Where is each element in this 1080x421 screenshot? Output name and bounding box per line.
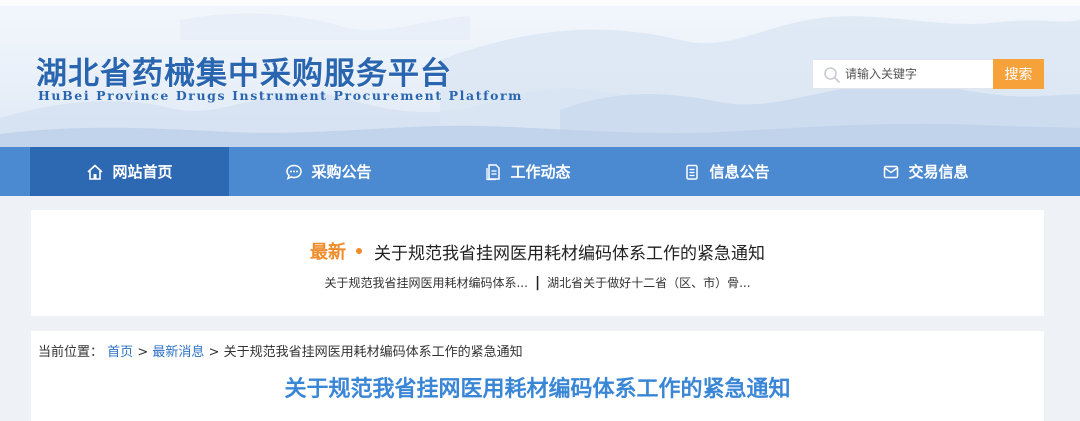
search-icon: [824, 67, 840, 83]
breadcrumb-separator: >: [137, 345, 149, 360]
main-nav: 网站首页 采购公告 工作动态 信息公告 交易信息: [0, 147, 1080, 196]
breadcrumb-separator: >: [208, 345, 220, 360]
home-icon: [87, 164, 104, 180]
latest-tag: 最新: [310, 242, 346, 263]
breadcrumb: 当前位置： 首页 > 最新消息 > 关于规范我省挂网医用耗材编码体系工作的紧急通…: [38, 341, 523, 360]
search-box: 搜索: [812, 59, 1044, 89]
nav-item-procurement[interactable]: 采购公告: [229, 147, 428, 196]
site-title: 湖北省药械集中采购服务平台: [36, 56, 452, 92]
latest-headline-link[interactable]: 关于规范我省挂网医用耗材编码体系工作的紧急通知: [374, 239, 765, 264]
nav-item-work-news[interactable]: 工作动态: [428, 147, 627, 196]
site-header: 湖北省药械集中采购服务平台 HuBei Province Drugs Instr…: [0, 0, 1080, 147]
article-panel: 当前位置： 首页 > 最新消息 > 关于规范我省挂网医用耗材编码体系工作的紧急通…: [31, 331, 1044, 421]
nav-item-home[interactable]: 网站首页: [30, 147, 229, 196]
top-strip: [0, 0, 1080, 6]
nav-item-info-notice[interactable]: 信息公告: [627, 147, 826, 196]
breadcrumb-current: 关于规范我省挂网医用耗材编码体系工作的紧急通知: [223, 345, 523, 360]
list-document-icon: [686, 164, 699, 180]
site-subtitle: HuBei Province Drugs Instrument Procurem…: [38, 88, 524, 103]
article-title: 关于规范我省挂网医用耗材编码体系工作的紧急通知: [284, 377, 791, 402]
latest-headline-row: 最新 关于规范我省挂网医用耗材编码体系工作的紧急通知: [31, 238, 1044, 264]
nav-item-label: 网站首页: [112, 163, 173, 181]
link-separator: |: [534, 274, 541, 291]
search-input[interactable]: [845, 63, 993, 85]
breadcrumb-prefix: 当前位置：: [38, 345, 104, 360]
nav-item-label: 采购公告: [311, 163, 372, 181]
nav-item-label: 信息公告: [709, 163, 770, 181]
nav-item-label: 交易信息: [908, 163, 969, 181]
nav-item-trade-info[interactable]: 交易信息: [826, 147, 1025, 196]
latest-link[interactable]: 湖北省关于做好十二省（区、市）骨...: [547, 274, 750, 291]
latest-news-panel: 最新 关于规范我省挂网医用耗材编码体系工作的紧急通知 关于规范我省挂网医用耗材编…: [31, 210, 1044, 316]
bullet-dot-icon: [356, 248, 362, 254]
breadcrumb-category-link[interactable]: 最新消息: [152, 345, 204, 360]
nav-item-label: 工作动态: [510, 163, 571, 181]
search-button[interactable]: 搜索: [993, 59, 1044, 89]
latest-links-row: 关于规范我省挂网医用耗材编码体系... | 湖北省关于做好十二省（区、市）骨..…: [31, 274, 1044, 291]
document-icon: [486, 163, 501, 180]
chat-bubble-icon: [286, 164, 303, 180]
latest-link[interactable]: 关于规范我省挂网医用耗材编码体系...: [324, 274, 527, 291]
breadcrumb-home-link[interactable]: 首页: [107, 345, 133, 360]
envelope-icon: [884, 165, 899, 178]
